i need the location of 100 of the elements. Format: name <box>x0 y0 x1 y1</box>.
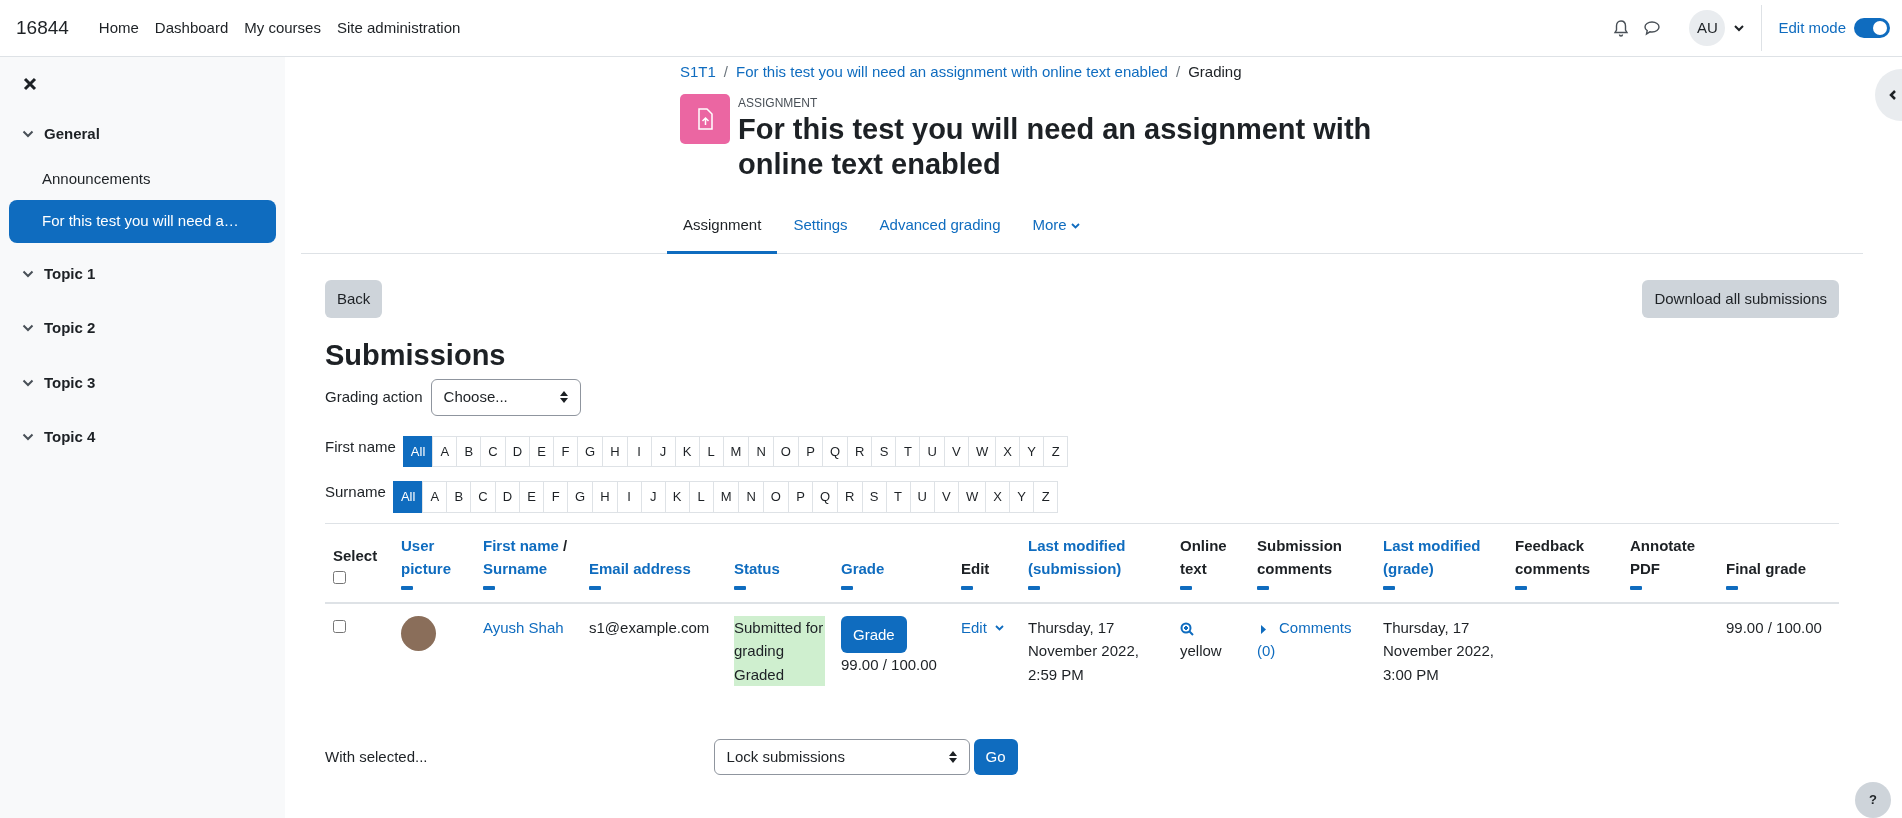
chevron-icon[interactable] <box>22 269 34 278</box>
sort-link[interactable]: Email address <box>589 556 691 581</box>
zoom-in-icon[interactable] <box>1180 622 1194 637</box>
row-checkbox[interactable] <box>333 620 346 634</box>
initial-filter-link[interactable]: M <box>722 435 750 468</box>
collapse-column-icon[interactable] <box>1180 586 1192 591</box>
collapse-column-icon[interactable] <box>1028 586 1040 591</box>
initial-filter-link[interactable]: D <box>494 481 521 513</box>
initial-filter-link[interactable]: O <box>762 481 789 513</box>
initial-filter-link[interactable]: U <box>919 435 945 468</box>
initial-filter-link[interactable]: V <box>943 435 969 468</box>
bulk-action-select[interactable]: Lock submissions <box>713 738 970 776</box>
initial-filter-link[interactable]: All <box>392 481 424 513</box>
collapse-column-icon[interactable] <box>961 586 973 591</box>
sort-link[interactable]: Surname <box>483 556 548 581</box>
initial-filter-link[interactable]: H <box>592 481 618 513</box>
collapse-column-icon[interactable] <box>1383 586 1395 591</box>
user-avatar[interactable] <box>401 616 436 652</box>
initial-filter-link[interactable]: L <box>688 481 714 513</box>
edit-menu-link[interactable]: Edit <box>961 616 1004 640</box>
comments-link[interactable]: Comments (0) <box>1257 616 1367 663</box>
section-link[interactable]: General <box>44 123 100 146</box>
initial-filter-link[interactable]: E <box>529 435 555 468</box>
section-link[interactable]: Topic 2 <box>44 317 96 340</box>
collapse-column-icon[interactable] <box>401 586 413 591</box>
collapse-column-icon[interactable] <box>1630 586 1642 591</box>
nav-link[interactable]: My courses <box>244 16 321 40</box>
bell-icon[interactable] <box>1613 19 1630 37</box>
section-link[interactable]: Topic 4 <box>44 426 96 449</box>
sort-link[interactable]: Status <box>734 556 780 581</box>
initial-filter-link[interactable]: B <box>446 481 472 513</box>
nav-link[interactable]: Dashboard <box>154 16 229 40</box>
sort-link[interactable]: Grade <box>841 556 885 581</box>
user-name-link[interactable]: Ayush Shah <box>483 619 564 637</box>
collapse-column-icon[interactable] <box>1726 586 1738 591</box>
grading-action-select[interactable]: Choose... <box>430 379 581 416</box>
initial-filter-link[interactable]: T <box>895 435 921 468</box>
initial-filter-link[interactable]: D <box>504 435 531 468</box>
initial-filter-link[interactable]: Q <box>821 435 849 468</box>
initial-filter-link[interactable]: C <box>480 435 506 468</box>
tab[interactable]: More <box>1016 202 1096 254</box>
chevron-icon[interactable] <box>22 130 34 139</box>
initial-filter-link[interactable]: A <box>432 435 458 468</box>
initial-filter-link[interactable]: G <box>567 481 594 513</box>
initial-filter-link[interactable]: H <box>602 435 628 468</box>
collapse-column-icon[interactable] <box>483 586 495 591</box>
initial-filter-link[interactable]: S <box>871 435 897 468</box>
initial-filter-link[interactable]: F <box>553 435 579 468</box>
help-button[interactable]: ? <box>1855 782 1891 818</box>
initial-filter-link[interactable]: N <box>748 435 774 468</box>
initial-filter-link[interactable]: B <box>456 435 482 468</box>
chat-bubble-icon[interactable] <box>1643 20 1662 36</box>
sort-link[interactable]: User picture <box>401 533 467 581</box>
collapse-column-icon[interactable] <box>1257 586 1269 591</box>
caret-icon[interactable] <box>1733 24 1746 32</box>
initial-filter-link[interactable]: M <box>712 481 740 513</box>
initial-filter-link[interactable]: S <box>861 481 887 513</box>
initial-filter-link[interactable]: I <box>616 481 642 513</box>
activity-link[interactable]: Announcements <box>9 157 276 200</box>
nav-link[interactable]: Site administration <box>336 16 461 40</box>
initial-filter-link[interactable]: A <box>422 481 448 513</box>
initial-filter-link[interactable]: K <box>664 481 690 513</box>
section-link[interactable]: Topic 1 <box>44 262 96 285</box>
back-button[interactable]: Back <box>325 279 383 319</box>
tab[interactable]: Advanced grading <box>863 202 1017 254</box>
initial-filter-link[interactable]: All <box>402 435 434 468</box>
chevron-icon[interactable] <box>22 324 34 333</box>
initial-filter-link[interactable]: Y <box>1009 481 1035 513</box>
breadcrumb-link[interactable]: S1T1 <box>680 61 716 84</box>
collapse-column-icon[interactable] <box>589 586 601 591</box>
download-button[interactable]: Download all submissions <box>1642 279 1839 319</box>
initial-filter-link[interactable]: T <box>885 481 911 513</box>
grade-button[interactable]: Grade <box>841 616 907 654</box>
initial-filter-link[interactable]: G <box>577 435 604 468</box>
chevron-icon[interactable] <box>22 433 34 442</box>
initial-filter-link[interactable]: L <box>698 435 724 468</box>
collapse-column-icon[interactable] <box>734 586 746 591</box>
select-all-checkbox[interactable] <box>333 570 346 584</box>
user-avatar[interactable]: AU <box>1689 10 1726 46</box>
initial-filter-link[interactable]: F <box>543 481 569 513</box>
initial-filter-link[interactable]: I <box>626 435 652 468</box>
nav-link[interactable]: Home <box>98 16 139 40</box>
sort-link[interactable]: First name <box>483 533 559 557</box>
initial-filter-link[interactable]: R <box>837 481 863 513</box>
collapse-column-icon[interactable] <box>841 586 853 591</box>
initial-filter-link[interactable]: O <box>772 435 799 468</box>
initial-filter-link[interactable]: V <box>933 481 959 513</box>
go-button[interactable]: Go <box>973 738 1018 776</box>
initial-filter-link[interactable]: N <box>738 481 764 513</box>
activity-link[interactable]: For this test you will need a… <box>9 200 276 243</box>
initial-filter-link[interactable]: W <box>967 435 997 468</box>
chevron-icon[interactable] <box>22 378 34 387</box>
site-name-link[interactable]: 16844 <box>16 13 69 43</box>
initial-filter-link[interactable]: J <box>640 481 666 513</box>
section-link[interactable]: Topic 3 <box>44 371 96 394</box>
initial-filter-link[interactable]: Z <box>1043 435 1069 468</box>
initial-filter-link[interactable]: J <box>650 435 676 468</box>
initial-filter-link[interactable]: P <box>788 481 813 513</box>
initial-filter-link[interactable]: Y <box>1019 435 1045 468</box>
tab[interactable]: Settings <box>777 202 864 254</box>
